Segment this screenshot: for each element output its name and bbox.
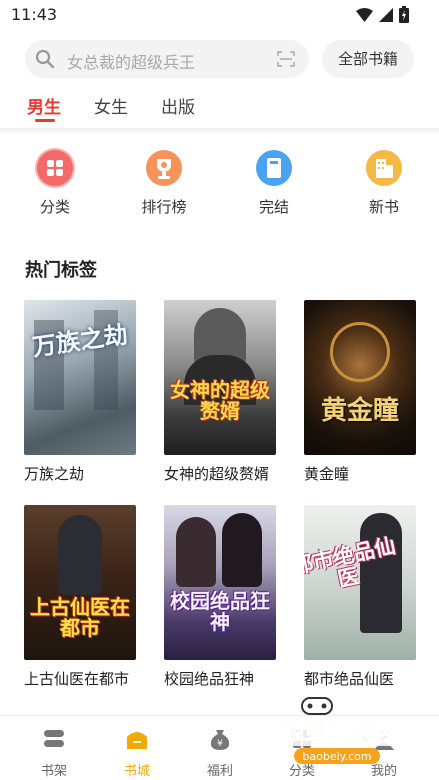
- tabs-divider: [0, 128, 439, 134]
- money-bag-icon: ¥: [210, 730, 230, 750]
- book-title: 都市绝品仙医: [304, 670, 395, 688]
- book-title: 万族之劫: [24, 465, 85, 483]
- tab-male[interactable]: 男生: [27, 93, 61, 118]
- all-books-button[interactable]: 全部书籍: [322, 40, 414, 78]
- cover-title: 上古仙医在都市: [30, 595, 130, 640]
- search-input[interactable]: 女总裁的超级兵王: [25, 40, 309, 78]
- nav-item-welfare[interactable]: ¥ 福利: [190, 726, 250, 779]
- grid-icon: [35, 148, 75, 188]
- battery-icon: [399, 6, 409, 23]
- trophy-icon: [144, 148, 184, 188]
- nav-label-bookshelf: 书架: [40, 764, 67, 779]
- status-icons: [356, 6, 409, 23]
- book-title: 校园绝品狂神: [164, 670, 255, 688]
- book-card[interactable]: 黄金瞳 黄金瞳: [304, 300, 416, 484]
- book-icon: [254, 148, 294, 188]
- book-card[interactable]: 都市绝品仙医 都市绝品仙医: [304, 505, 416, 689]
- watermark-url: baobeiy.com: [302, 750, 371, 763]
- quick-item-category[interactable]: 分类: [15, 148, 95, 217]
- quick-label-category: 分类: [39, 198, 70, 216]
- watermark-brand: 宝贝游戏网: [282, 719, 392, 745]
- signal-icon: [379, 7, 393, 22]
- bookstore-icon: [127, 732, 147, 749]
- nav-item-bookshelf[interactable]: 书架: [24, 726, 84, 779]
- category-tabs: 男生 女生 出版: [0, 88, 439, 128]
- book-cover[interactable]: 万族之劫: [24, 300, 136, 455]
- quick-label-new: 新书: [368, 198, 399, 216]
- quick-label-ranking: 排行榜: [141, 198, 187, 216]
- book-cover[interactable]: 校园绝品狂神: [164, 505, 276, 660]
- book-title: 上古仙医在都市: [24, 670, 130, 688]
- quick-nav: 分类 排行榜 完结 新书: [0, 148, 439, 218]
- quick-item-new[interactable]: 新书: [344, 148, 424, 217]
- cover-title: 女神的超级赘婿: [170, 378, 270, 423]
- quick-item-ranking[interactable]: 排行榜: [124, 148, 204, 217]
- search-icon: [35, 49, 55, 69]
- wifi-icon: [356, 7, 373, 22]
- book-card[interactable]: 上古仙医在都市 上古仙医在都市: [24, 505, 136, 689]
- nav-label-bookstore: 书城: [123, 764, 150, 779]
- quick-label-finished: 完结: [258, 198, 289, 216]
- search-placeholder: 女总裁的超级兵王: [67, 53, 196, 72]
- quick-item-finished[interactable]: 完结: [234, 148, 314, 217]
- svg-text:¥: ¥: [217, 739, 223, 749]
- book-title: 黄金瞳: [304, 465, 350, 483]
- status-time: 11:43: [11, 5, 58, 24]
- book-card[interactable]: 校园绝品狂神 校园绝品狂神: [164, 505, 276, 689]
- book-cover[interactable]: 都市绝品仙医: [304, 505, 416, 660]
- book-cover[interactable]: 上古仙医在都市: [24, 505, 136, 660]
- bookshelf-icon: [44, 730, 64, 747]
- cover-title: 校园绝品狂神: [170, 589, 270, 634]
- building-icon: [364, 148, 404, 188]
- book-card[interactable]: 女神的超级赘婿 女神的超级赘婿: [164, 300, 276, 484]
- nav-label-welfare: 福利: [206, 764, 233, 779]
- cover-title: 黄金瞳: [320, 396, 399, 426]
- section-title-hot-tags: 热门标签: [25, 260, 97, 281]
- scan-icon[interactable]: [277, 51, 295, 67]
- search-row: 女总裁的超级兵王 全部书籍: [0, 38, 439, 80]
- book-cover[interactable]: 黄金瞳: [304, 300, 416, 455]
- book-cover[interactable]: 女神的超级赘婿: [164, 300, 276, 455]
- nav-item-bookstore[interactable]: 书城: [107, 726, 167, 779]
- watermark-logo: 宝贝游戏网 baobeiy.com: [262, 690, 412, 770]
- status-bar: 11:43: [0, 0, 439, 30]
- book-card[interactable]: 万族之劫 万族之劫: [24, 300, 136, 484]
- tab-active-indicator: [35, 119, 55, 122]
- tab-female[interactable]: 女生: [94, 93, 128, 118]
- tab-publish[interactable]: 出版: [161, 93, 195, 118]
- book-title: 女神的超级赘婿: [164, 465, 270, 483]
